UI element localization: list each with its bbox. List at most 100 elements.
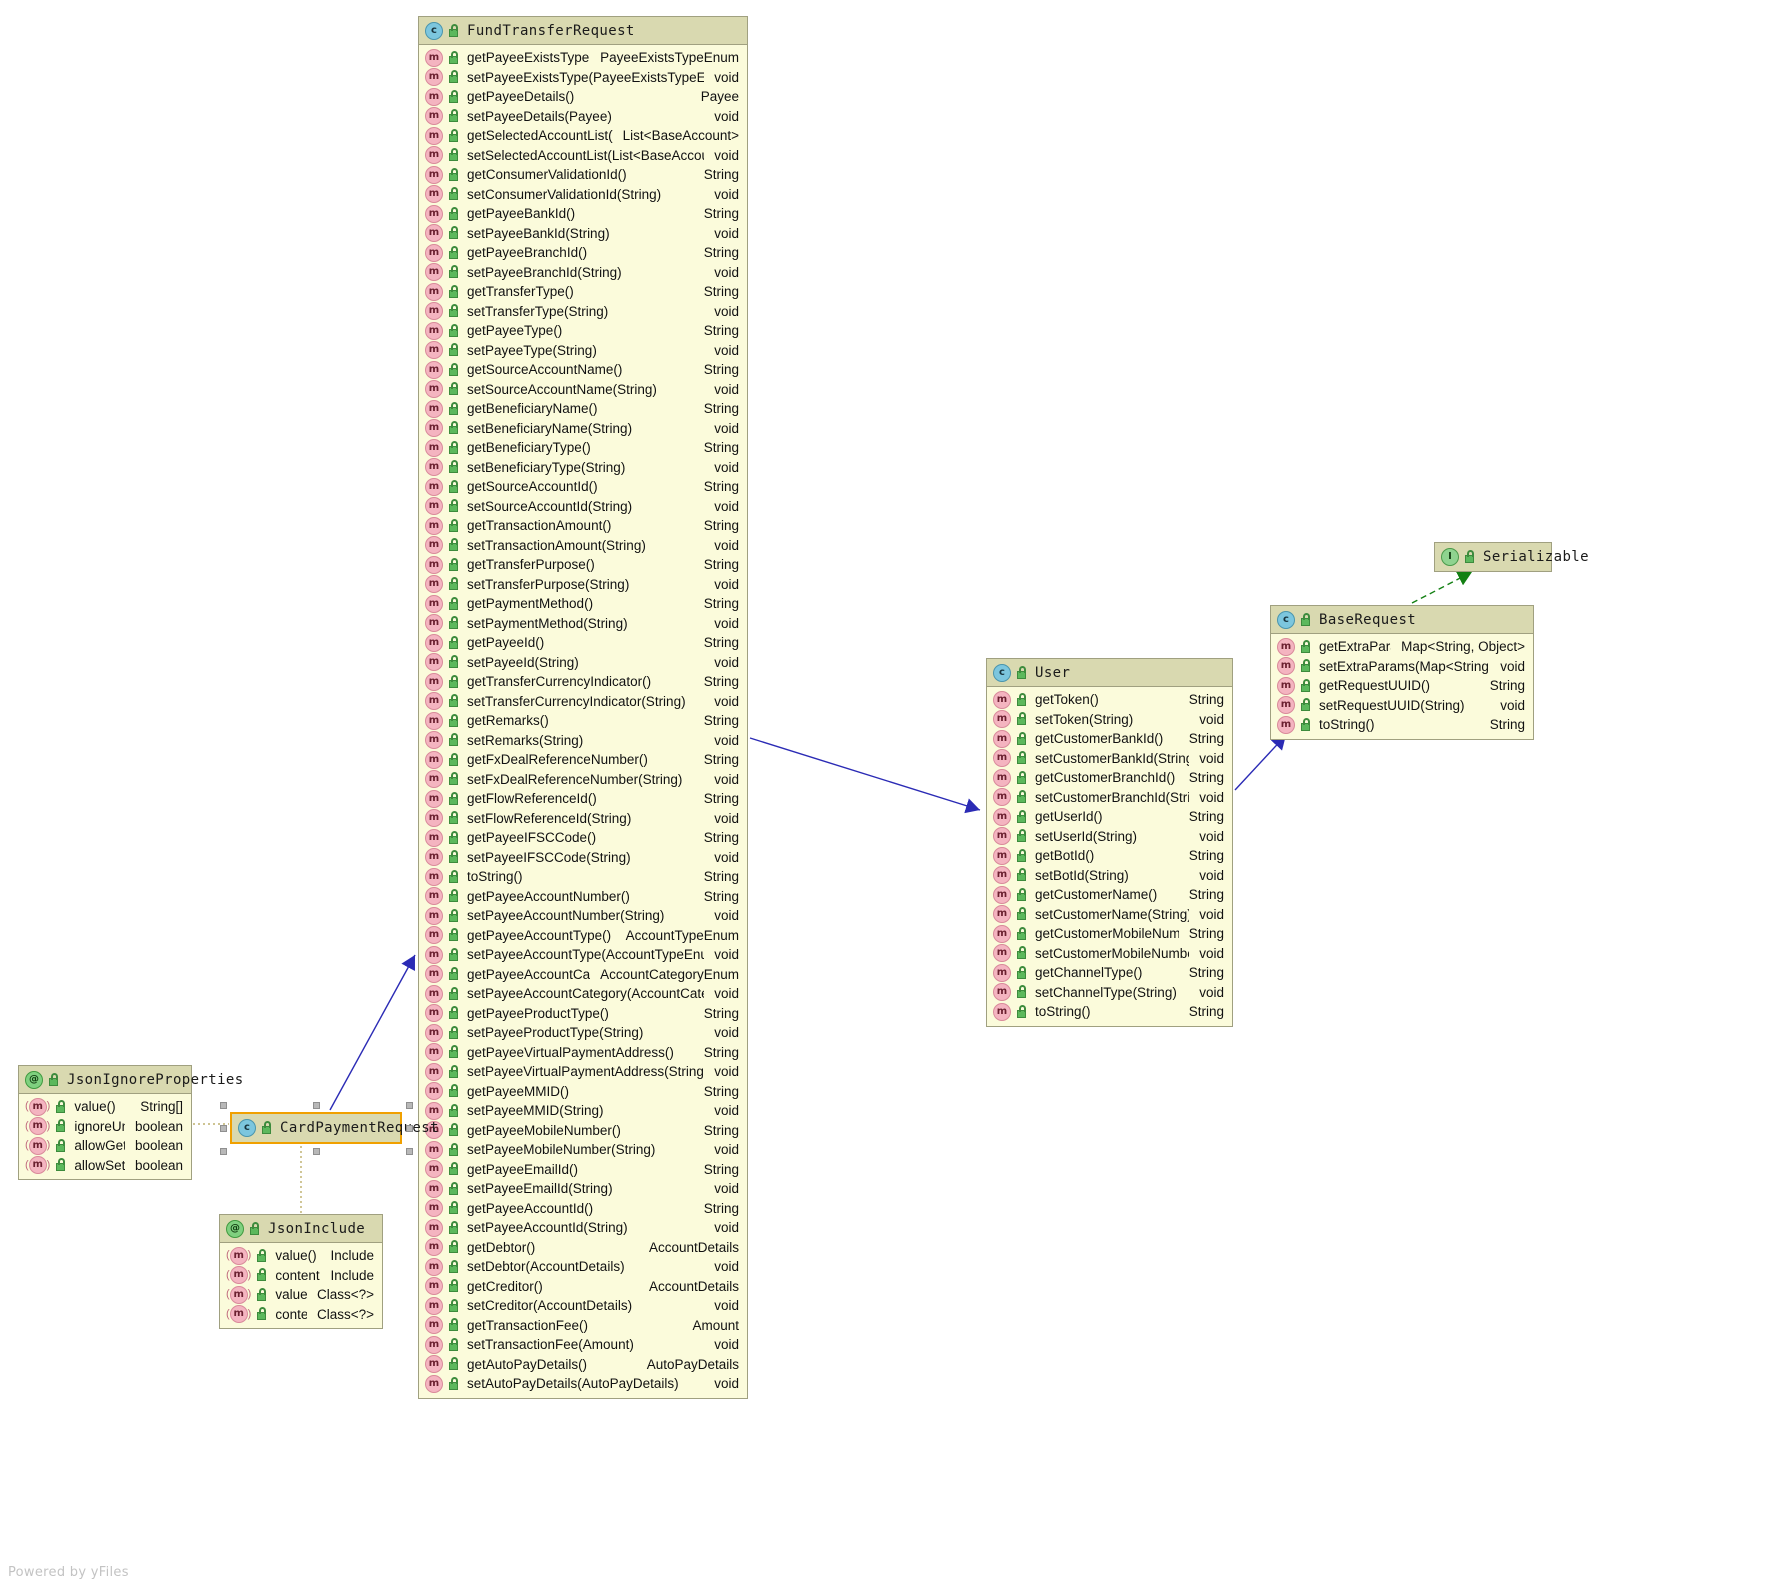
member-row[interactable]: (m) valueFilter() Class<?> — [220, 1285, 382, 1305]
member-row[interactable]: m getPayeeAccountNumber() String — [419, 887, 747, 907]
member-row[interactable]: m getTransactionFee() Amount — [419, 1316, 747, 1336]
member-row[interactable]: m getChannelType() String — [987, 963, 1232, 983]
member-row[interactable]: m setCustomerMobileNumber(String) void — [987, 944, 1232, 964]
member-row[interactable]: m getRemarks() String — [419, 711, 747, 731]
member-row[interactable]: m getBeneficiaryName() String — [419, 399, 747, 419]
class-node-cardpaymentrequest[interactable]: c CardPaymentRequest — [230, 1112, 439, 1144]
interface-node-serializable[interactable]: I Serializable — [1434, 542, 1589, 572]
member-row[interactable]: m setPayeeBranchId(String) void — [419, 263, 747, 283]
member-row[interactable]: m getSelectedAccountList() List<BaseAccoun… — [419, 126, 747, 146]
member-row[interactable]: m setAutoPayDetails(AutoPayDetails) void — [419, 1374, 747, 1394]
member-row[interactable]: m getPayeeAccountId() String — [419, 1199, 747, 1219]
member-row[interactable]: m setSourceAccountId(String) void — [419, 497, 747, 517]
member-row[interactable]: m setPayeeVirtualPaymentAddress(String) vo… — [419, 1062, 747, 1082]
member-row[interactable]: m setRequestUUID(String) void — [1271, 696, 1533, 716]
member-row[interactable]: m setTransactionAmount(String) void — [419, 536, 747, 556]
member-row[interactable]: m setPayeeDetails(Payee) void — [419, 107, 747, 127]
member-row[interactable]: m toString() String — [1271, 715, 1533, 735]
member-row[interactable]: m setTransferType(String) void — [419, 302, 747, 322]
selection-handle[interactable] — [220, 1125, 227, 1132]
class-node-user[interactable]: c User m getToken() String m setToken(String… — [986, 658, 1233, 1027]
selection-handle[interactable] — [313, 1148, 320, 1155]
member-row[interactable]: m toString() String — [987, 1002, 1232, 1022]
member-row[interactable]: m setPayeeProductType(String) void — [419, 1023, 747, 1043]
member-row[interactable]: m setPayeeType(String) void — [419, 341, 747, 361]
member-row[interactable]: (m) value() String[] — [19, 1097, 191, 1117]
member-row[interactable]: m setPayeeMobileNumber(String) void — [419, 1140, 747, 1160]
member-row[interactable]: m setSelectedAccountList(List<BaseAccount… — [419, 146, 747, 166]
member-row[interactable]: m getRequestUUID() String — [1271, 676, 1533, 696]
member-row[interactable]: m getBeneficiaryType() String — [419, 438, 747, 458]
member-row[interactable]: m getDebtor() AccountDetails — [419, 1238, 747, 1258]
member-row[interactable]: m setFlowReferenceId(String) void — [419, 809, 747, 829]
member-row[interactable]: m setTransferPurpose(String) void — [419, 575, 747, 595]
selection-handle[interactable] — [220, 1148, 227, 1155]
member-row[interactable]: m getTransactionAmount() String — [419, 516, 747, 536]
member-row[interactable]: m setPayeeAccountId(String) void — [419, 1218, 747, 1238]
member-row[interactable]: m setTransferCurrencyIndicator(String) voi… — [419, 692, 747, 712]
member-row[interactable]: (m) contentFilter() Class<?> — [220, 1305, 382, 1325]
member-row[interactable]: m getPayeeEmailId() String — [419, 1160, 747, 1180]
member-row[interactable]: m getCreditor() AccountDetails — [419, 1277, 747, 1297]
member-row[interactable]: m getPayeeAccountCategory() AccountCategor… — [419, 965, 747, 985]
member-row[interactable]: m setCreditor(AccountDetails) void — [419, 1296, 747, 1316]
selection-handle[interactable] — [220, 1102, 227, 1109]
member-row[interactable]: m getPayeeAccountType() AccountTypeEnum — [419, 926, 747, 946]
class-node-baserequest[interactable]: c BaseRequest m getExtraParams() Map<Strin… — [1270, 605, 1534, 740]
member-row[interactable]: m setConsumerValidationId(String) void — [419, 185, 747, 205]
member-row[interactable]: m getPayeeBankId() String — [419, 204, 747, 224]
member-row[interactable]: m setSourceAccountName(String) void — [419, 380, 747, 400]
member-row[interactable]: m getUserId() String — [987, 807, 1232, 827]
member-row[interactable]: m setPayeeBankId(String) void — [419, 224, 747, 244]
member-row[interactable]: m setPayeeId(String) void — [419, 653, 747, 673]
member-row[interactable]: m getSourceAccountId() String — [419, 477, 747, 497]
member-row[interactable]: m getPayeeType() String — [419, 321, 747, 341]
member-row[interactable]: m getTransferPurpose() String — [419, 555, 747, 575]
member-row[interactable]: m setBotId(String) void — [987, 866, 1232, 886]
member-row[interactable]: m getPayeeExistsType() PayeeExistsTypeEnum — [419, 48, 747, 68]
member-row[interactable]: (m) ignoreUnknown() boolean — [19, 1117, 191, 1137]
member-row[interactable]: m setFxDealReferenceNumber(String) void — [419, 770, 747, 790]
member-row[interactable]: m setPayeeMMID(String) void — [419, 1101, 747, 1121]
member-row[interactable]: m getFlowReferenceId() String — [419, 789, 747, 809]
member-row[interactable]: m setPaymentMethod(String) void — [419, 614, 747, 634]
member-row[interactable]: m getToken() String — [987, 690, 1232, 710]
member-row[interactable]: m setPayeeIFSCCode(String) void — [419, 848, 747, 868]
member-row[interactable]: m getPayeeProductType() String — [419, 1004, 747, 1024]
member-row[interactable]: m getConsumerValidationId() String — [419, 165, 747, 185]
member-row[interactable]: m toString() String — [419, 867, 747, 887]
member-row[interactable]: m setPayeeAccountCategory(AccountCategory… — [419, 984, 747, 1004]
member-row[interactable]: m getExtraParams() Map<String, Object> — [1271, 637, 1533, 657]
member-row[interactable]: m setPayeeAccountType(AccountTypeEnum) voi… — [419, 945, 747, 965]
member-row[interactable]: m getPayeeMobileNumber() String — [419, 1121, 747, 1141]
member-row[interactable]: m setDebtor(AccountDetails) void — [419, 1257, 747, 1277]
member-row[interactable]: m setToken(String) void — [987, 710, 1232, 730]
selection-handle[interactable] — [313, 1102, 320, 1109]
member-row[interactable]: (m) allowGetters() boolean — [19, 1136, 191, 1156]
member-row[interactable]: m setChannelType(String) void — [987, 983, 1232, 1003]
member-row[interactable]: m setCustomerBankId(String) void — [987, 749, 1232, 769]
member-row[interactable]: m getCustomerMobileNumber() String — [987, 924, 1232, 944]
member-row[interactable]: m setPayeeExistsType(PayeeExistsTypeEnum)… — [419, 68, 747, 88]
member-row[interactable]: m getPayeeMMID() String — [419, 1082, 747, 1102]
member-row[interactable]: m setCustomerBranchId(String) void — [987, 788, 1232, 808]
member-row[interactable]: m setTransactionFee(Amount) void — [419, 1335, 747, 1355]
member-row[interactable]: m getCustomerName() String — [987, 885, 1232, 905]
member-row[interactable]: m setExtraParams(Map<String, Object>) void — [1271, 657, 1533, 677]
member-row[interactable]: m setBeneficiaryType(String) void — [419, 458, 747, 478]
member-row[interactable]: m getBotId() String — [987, 846, 1232, 866]
member-row[interactable]: m getPayeeId() String — [419, 633, 747, 653]
member-row[interactable]: m getPayeeVirtualPaymentAddress() String — [419, 1043, 747, 1063]
member-row[interactable]: m getSourceAccountName() String — [419, 360, 747, 380]
member-row[interactable]: m setBeneficiaryName(String) void — [419, 419, 747, 439]
member-row[interactable]: (m) allowSetters() boolean — [19, 1156, 191, 1176]
selection-handle[interactable] — [406, 1148, 413, 1155]
class-node-fundtransferrequest[interactable]: c FundTransferRequest m getPayeeExistsTyp… — [418, 16, 748, 1399]
member-row[interactable]: m getPayeeDetails() Payee — [419, 87, 747, 107]
member-row[interactable]: m setUserId(String) void — [987, 827, 1232, 847]
member-row[interactable]: (m) value() Include — [220, 1246, 382, 1266]
member-row[interactable]: m setPayeeEmailId(String) void — [419, 1179, 747, 1199]
member-row[interactable]: m getTransferType() String — [419, 282, 747, 302]
member-row[interactable]: m getAutoPayDetails() AutoPayDetails — [419, 1355, 747, 1375]
member-row[interactable]: m getPayeeIFSCCode() String — [419, 828, 747, 848]
